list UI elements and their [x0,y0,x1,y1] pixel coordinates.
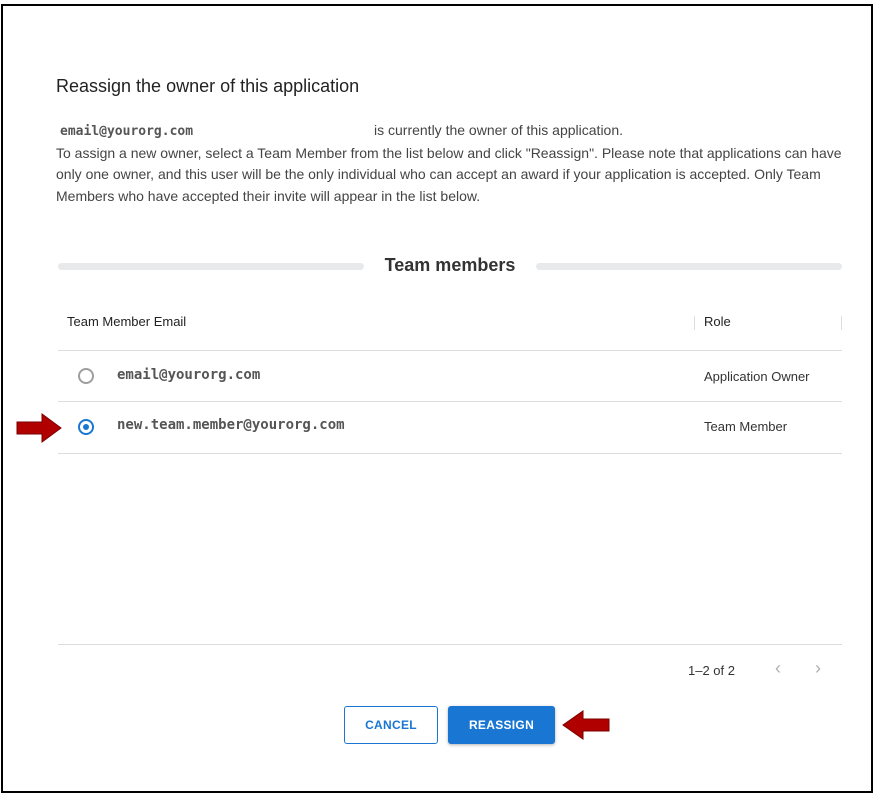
instructions-text: To assign a new owner, select a Team Mem… [56,144,842,204]
chevron-right-icon[interactable]: › [815,658,821,679]
column-separator [841,316,842,330]
annotation-arrow-right-icon [16,413,62,443]
current-owner-suffix: is currently the owner of this applicati… [374,122,624,138]
reassign-button[interactable]: REASSIGN [448,706,555,744]
dialog-title: Reassign the owner of this application [56,76,360,96]
row-divider [58,453,842,454]
radio-button-selected[interactable] [78,419,94,435]
column-header-email[interactable]: Team Member Email [67,314,186,329]
current-owner-email: email@yourorg.com [60,124,194,139]
row-role: Application Owner [704,369,810,384]
row-email: email@yourorg.com [117,367,261,383]
section-divider: Team members [58,255,842,279]
dialog-description: email@yourorg.com is currently the owner … [56,120,846,207]
column-separator [694,316,695,330]
pagination-range: 1–2 of 2 [688,663,735,678]
row-role: Team Member [704,419,788,434]
column-header-role[interactable]: Role [704,314,731,329]
row-email: new.team.member@yourorg.com [117,417,345,433]
divider-line-left [58,263,364,270]
table-footer-divider [58,644,842,645]
divider-line-right [536,263,842,270]
chevron-left-icon[interactable]: ‹ [775,658,781,679]
row-divider [58,350,842,351]
radio-button[interactable] [78,368,94,384]
annotation-arrow-left-icon [562,710,610,740]
row-divider [58,401,842,402]
cancel-button[interactable]: CANCEL [344,706,438,744]
section-label: Team members [384,255,516,275]
